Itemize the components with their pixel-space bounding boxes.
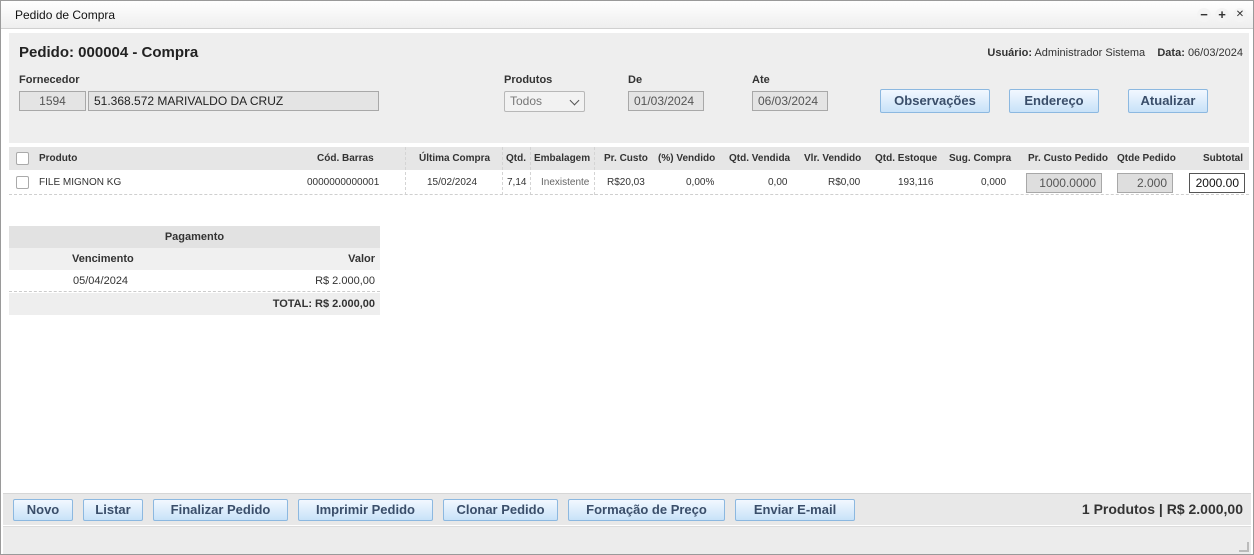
ate-label: Ate: [752, 74, 770, 86]
cell-qtd-vendida: 0,00: [768, 177, 788, 188]
order-header: Pedido: 000004 - Compra Usuário: Adminis…: [9, 33, 1249, 143]
de-date-field[interactable]: 01/03/2024: [628, 91, 704, 111]
de-label: De: [628, 74, 643, 86]
pagamento-title: Pagamento: [9, 226, 380, 248]
usuario-value: Administrador Sistema: [1034, 47, 1146, 59]
atualizar-button[interactable]: Atualizar: [1128, 89, 1208, 113]
vencimento-label: Vencimento: [72, 253, 134, 265]
grid-header: Produto Cód. Barras Última Compra Qtd. E…: [9, 147, 1249, 170]
cell-qtd-estoque: 193,116: [898, 177, 934, 188]
produtos-label: Produtos: [504, 74, 553, 86]
cell-qtd: 7,14: [507, 177, 527, 188]
listar-button[interactable]: Listar: [83, 499, 143, 521]
col-vlr-vendido[interactable]: Vlr. Vendido: [804, 153, 861, 164]
col-qtd-vendida[interactable]: Qtd. Vendida: [729, 153, 790, 164]
pr-custo-pedido-input[interactable]: 1000.0000: [1026, 173, 1102, 193]
status-bar: [3, 526, 1251, 554]
footer-toolbar: Novo Listar Finalizar Pedido Imprimir Pe…: [3, 493, 1251, 525]
valor-label: Valor: [348, 253, 375, 265]
cell-pr-custo: R$20,03: [607, 177, 645, 188]
col-cod-barras[interactable]: Cód. Barras: [317, 153, 374, 164]
cell-vlr-vendido: R$0,00: [828, 177, 861, 188]
observacoes-button[interactable]: Observações: [880, 89, 990, 113]
pagamento-header-row: Vencimento Valor: [9, 248, 380, 270]
order-summary: 1 Produtos | R$ 2.000,00: [1081, 501, 1243, 517]
fornecedor-code-field[interactable]: 1594: [19, 91, 86, 111]
col-ultima-compra[interactable]: Última Compra: [419, 153, 490, 164]
novo-button[interactable]: Novo: [13, 499, 73, 521]
col-qtde-pedido[interactable]: Qtde Pedido: [1117, 153, 1176, 164]
qtde-pedido-input[interactable]: 2.000: [1117, 173, 1173, 193]
cell-embalagem: Inexistente: [541, 177, 590, 188]
title-bar[interactable]: Pedido de Compra − + ✕: [1, 1, 1253, 29]
content-area: Pedido: 000004 - Compra Usuário: Adminis…: [3, 31, 1251, 554]
imprimir-pedido-button[interactable]: Imprimir Pedido: [298, 499, 433, 521]
col-embalagem[interactable]: Embalagem: [534, 153, 590, 164]
window-title: Pedido de Compra: [15, 8, 116, 22]
col-sug-compra[interactable]: Sug. Compra: [949, 153, 1011, 164]
select-all-checkbox[interactable]: [16, 152, 29, 165]
data-label: Data:: [1157, 47, 1185, 59]
close-icon[interactable]: ✕: [1233, 8, 1247, 22]
col-subtotal[interactable]: Subtotal: [1203, 153, 1243, 164]
valor-value: R$ 2.000,00: [315, 275, 375, 287]
col-qtd[interactable]: Qtd.: [506, 153, 526, 164]
clonar-pedido-button[interactable]: Clonar Pedido: [443, 499, 558, 521]
enviar-email-button[interactable]: Enviar E-mail: [735, 499, 855, 521]
usuario-label: Usuário:: [987, 47, 1033, 59]
cell-sug-compra: 0,000: [981, 177, 1007, 188]
pagamento-total: TOTAL: R$ 2.000,00: [272, 298, 375, 310]
row-checkbox[interactable]: [16, 176, 29, 189]
fornecedor-name-field[interactable]: 51.368.572 MARIVALDO DA CRUZ: [88, 91, 379, 111]
chevron-down-icon: [569, 95, 580, 106]
subtotal-input[interactable]: 2000.00: [1189, 173, 1245, 193]
col-pr-custo[interactable]: Pr. Custo: [604, 153, 648, 164]
cell-cod-barras: 0000000000001: [307, 177, 380, 188]
ate-date-field[interactable]: 06/03/2024: [752, 91, 828, 111]
fornecedor-label: Fornecedor: [19, 74, 80, 86]
list-item[interactable]: 05/04/2024 R$ 2.000,00: [9, 270, 380, 292]
formacao-preco-button[interactable]: Formação de Preço: [568, 499, 725, 521]
vencimento-value: 05/04/2024: [73, 275, 129, 287]
cell-produto: FILE MIGNON KG: [39, 177, 122, 188]
finalizar-pedido-button[interactable]: Finalizar Pedido: [153, 499, 288, 521]
table-row[interactable]: FILE MIGNON KG 0000000000001 15/02/2024 …: [9, 171, 1249, 195]
col-pct-vendido[interactable]: (%) Vendido: [658, 153, 715, 164]
user-info: Usuário: Administrador Sistema Data: 06/…: [987, 47, 1243, 59]
col-qtd-estoque[interactable]: Qtd. Estoque: [875, 153, 937, 164]
resize-grip-icon[interactable]: [1239, 542, 1249, 552]
pedido-window: Pedido de Compra − + ✕ Pedido: 000004 - …: [0, 0, 1254, 555]
produtos-select[interactable]: Todos: [504, 91, 585, 112]
minimize-icon[interactable]: −: [1197, 8, 1211, 22]
page-title: Pedido: 000004 - Compra: [19, 44, 199, 61]
data-value: 06/03/2024: [1187, 47, 1243, 59]
pagamento-total-row: TOTAL: R$ 2.000,00: [9, 293, 380, 315]
cell-pct-vendido: 0,00%: [686, 177, 715, 188]
col-pr-custo-pedido[interactable]: Pr. Custo Pedido: [1028, 153, 1108, 164]
produtos-selected: Todos: [510, 94, 543, 108]
maximize-icon[interactable]: +: [1215, 8, 1229, 22]
col-produto[interactable]: Produto: [39, 153, 77, 164]
endereco-button[interactable]: Endereço: [1009, 89, 1099, 113]
cell-ultima-compra: 15/02/2024: [427, 177, 478, 188]
